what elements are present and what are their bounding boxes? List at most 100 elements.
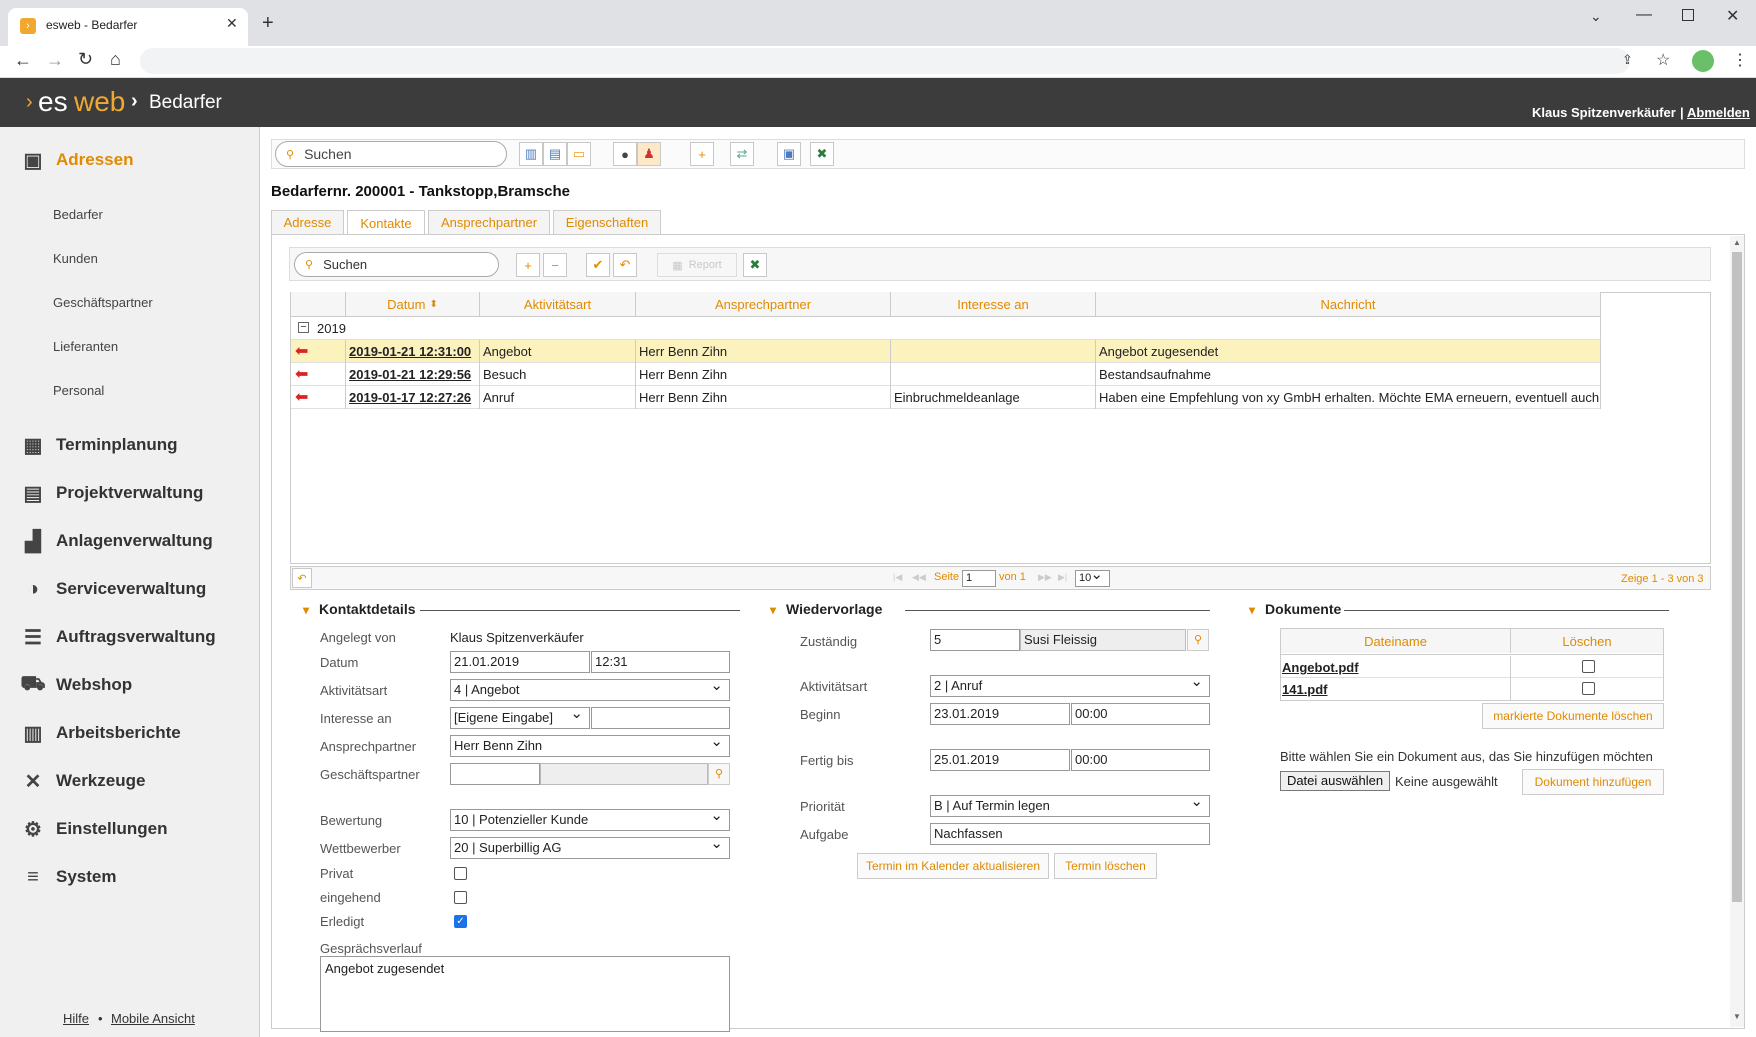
collapse-icon[interactable]: − xyxy=(298,322,309,333)
fertig-date-input[interactable]: 25.01.2019 xyxy=(930,749,1070,771)
zustaendig-search-button[interactable]: ⚲ xyxy=(1187,629,1209,651)
grid-confirm-button[interactable]: ✔ xyxy=(586,253,610,277)
new-tab-button[interactable]: + xyxy=(262,12,274,35)
share-icon[interactable]: ⇪ xyxy=(1622,52,1633,68)
beginn-date-input[interactable]: 23.01.2019 xyxy=(930,703,1070,725)
dokumente-title[interactable]: Dokumente xyxy=(1249,601,1341,617)
nav-werkzeuge[interactable]: ✕ Werkzeuge xyxy=(20,766,146,796)
nav-terminplanung[interactable]: ▦ Terminplanung xyxy=(20,430,178,460)
grid-remove-button[interactable]: − xyxy=(543,253,567,277)
privat-checkbox[interactable] xyxy=(454,867,467,880)
row-datum[interactable]: 2019-01-21 12:31:00 xyxy=(346,340,480,363)
pager-refresh-button[interactable]: ↶ xyxy=(292,568,312,588)
geschaeftspartner-search-button[interactable]: ⚲ xyxy=(708,763,730,785)
minimize-icon[interactable]: — xyxy=(1636,6,1652,24)
address-bar[interactable] xyxy=(140,48,1630,74)
grid-search-input[interactable]: ⚲ Suchen xyxy=(294,252,499,277)
view-list-button[interactable]: ▥ xyxy=(519,142,543,166)
home-icon[interactable]: ⌂ xyxy=(110,49,121,70)
zustaendig-id-input[interactable]: 5 xyxy=(930,629,1020,651)
nav-serviceverwaltung[interactable]: ◑ Serviceverwaltung xyxy=(20,574,206,604)
nav-sub-geschaeftspartner[interactable]: Geschäftspartner xyxy=(53,295,153,310)
grid-group-row[interactable]: − 2019 xyxy=(291,317,1601,340)
pager-size-select[interactable]: 10 xyxy=(1075,570,1110,587)
bewertung-select[interactable]: 10 | Potenzieller Kunde xyxy=(450,809,730,831)
grid-header-ansprechpartner[interactable]: Ansprechpartner xyxy=(636,292,891,316)
pager-last-icon[interactable]: ▶| xyxy=(1058,572,1067,583)
beginn-time-input[interactable]: 00:00 xyxy=(1071,703,1210,725)
aktivitaetsart-select[interactable]: 4 | Angebot xyxy=(450,679,730,701)
scrollbar-track[interactable]: ▲ ▼ xyxy=(1730,236,1744,1027)
bookmark-star-icon[interactable]: ☆ xyxy=(1656,50,1670,70)
nav-auftragsverwaltung[interactable]: ☰ Auftragsverwaltung xyxy=(20,622,216,652)
nav-anlagenverwaltung[interactable]: ▟ Anlagenverwaltung xyxy=(20,526,213,556)
ansprechpartner-select[interactable]: Herr Benn Zihn xyxy=(450,735,730,757)
grid-undo-button[interactable]: ↶ xyxy=(613,253,637,277)
grid-header-aktivitaetsart[interactable]: Aktivitätsart xyxy=(480,292,636,316)
document-delete-checkbox[interactable] xyxy=(1582,660,1595,673)
maximize-icon[interactable] xyxy=(1682,9,1694,21)
nav-einstellungen[interactable]: ⚙ Einstellungen xyxy=(20,814,167,844)
grid-add-button[interactable]: + xyxy=(516,253,540,277)
add-document-button[interactable]: Dokument hinzufügen xyxy=(1522,769,1664,795)
excel-export-button[interactable]: ✖ xyxy=(810,142,834,166)
person-button[interactable]: ♟ xyxy=(637,142,661,166)
pager-prev-icon[interactable]: ◀◀ xyxy=(912,572,926,583)
nav-sub-kunden[interactable]: Kunden xyxy=(53,251,98,266)
wettbewerber-select[interactable]: 20 | Superbillig AG xyxy=(450,837,730,859)
transfer-button[interactable]: ⇄ xyxy=(730,142,754,166)
grid-header-nachricht[interactable]: Nachricht xyxy=(1096,292,1601,316)
row-datum[interactable]: 2019-01-21 12:29:56 xyxy=(346,363,480,386)
tab-eigenschaften[interactable]: Eigenschaften xyxy=(553,210,661,234)
folder-button[interactable]: ▭ xyxy=(567,142,591,166)
table-row[interactable]: ⬅ 2019-01-17 12:27:26 Anruf Herr Benn Zi… xyxy=(291,386,1601,409)
nav-sub-personal[interactable]: Personal xyxy=(53,383,104,398)
nav-sub-bedarfer[interactable]: Bedarfer xyxy=(53,207,103,222)
nav-projektverwaltung[interactable]: ▤ Projektverwaltung xyxy=(20,478,204,508)
document-link[interactable]: 141.pdf xyxy=(1282,682,1328,697)
choose-file-button[interactable]: Datei auswählen xyxy=(1280,771,1390,791)
tab-close-icon[interactable]: ✕ xyxy=(226,15,238,32)
nav-adressen[interactable]: ▣ Adressen xyxy=(20,145,134,175)
document-link[interactable]: Angebot.pdf xyxy=(1282,660,1359,675)
kontaktdetails-title[interactable]: Kontaktdetails xyxy=(303,601,415,617)
close-window-icon[interactable]: ✕ xyxy=(1726,6,1739,26)
browser-tab[interactable]: › esweb - Bedarfer ✕ xyxy=(8,8,248,46)
wiedervorlage-title[interactable]: Wiedervorlage xyxy=(770,601,882,617)
termin-update-button[interactable]: Termin im Kalender aktualisieren xyxy=(857,853,1049,879)
view-detail-button[interactable]: ▤ xyxy=(543,142,567,166)
row-datum[interactable]: 2019-01-17 12:27:26 xyxy=(346,386,480,409)
logout-link[interactable]: Abmelden xyxy=(1687,105,1750,120)
menu-dots-icon[interactable]: ⋮ xyxy=(1732,50,1748,70)
verlauf-textarea[interactable]: Angebot zugesendet xyxy=(320,956,730,1032)
scroll-down-icon[interactable]: ▼ xyxy=(1733,1012,1741,1021)
grid-report-button[interactable]: ▦ Report xyxy=(657,253,737,277)
tab-ansprechpartner[interactable]: Ansprechpartner xyxy=(428,210,550,234)
interesse-custom-input[interactable] xyxy=(591,707,730,729)
scrollbar-thumb[interactable] xyxy=(1732,252,1742,902)
nav-sub-lieferanten[interactable]: Lieferanten xyxy=(53,339,118,354)
erledigt-checkbox[interactable]: ✓ xyxy=(454,915,467,928)
eingehend-checkbox[interactable] xyxy=(454,891,467,904)
wv-aktivitaetsart-select[interactable]: 2 | Anruf xyxy=(930,675,1210,697)
scroll-up-icon[interactable]: ▲ xyxy=(1733,238,1741,247)
report-button[interactable]: ▣ xyxy=(777,142,801,166)
help-link[interactable]: Hilfe xyxy=(63,1011,89,1026)
mobile-view-link[interactable]: Mobile Ansicht xyxy=(111,1011,195,1026)
contact-button[interactable]: ● xyxy=(613,142,637,166)
nav-webshop[interactable]: ⛟ Webshop xyxy=(20,670,132,700)
termin-delete-button[interactable]: Termin löschen xyxy=(1054,853,1157,879)
zeit-input[interactable]: 12:31 xyxy=(591,651,730,673)
aufgabe-input[interactable]: Nachfassen xyxy=(930,823,1210,845)
grid-header-interesse[interactable]: Interesse an xyxy=(891,292,1096,316)
profile-avatar[interactable] xyxy=(1692,50,1714,72)
pager-first-icon[interactable]: |◀ xyxy=(893,572,902,583)
geschaeftspartner-id-input[interactable] xyxy=(450,763,540,785)
nav-arbeitsberichte[interactable]: ▥ Arbeitsberichte xyxy=(20,718,181,748)
add-button[interactable]: + xyxy=(690,142,714,166)
pager-page-input[interactable]: 1 xyxy=(962,570,996,587)
prioritaet-select[interactable]: B | Auf Termin legen xyxy=(930,795,1210,817)
table-row[interactable]: ⬅ 2019-01-21 12:31:00 Angebot Herr Benn … xyxy=(291,340,1601,363)
reload-icon[interactable]: ↻ xyxy=(78,49,93,70)
grid-excel-button[interactable]: ✖ xyxy=(743,253,767,277)
